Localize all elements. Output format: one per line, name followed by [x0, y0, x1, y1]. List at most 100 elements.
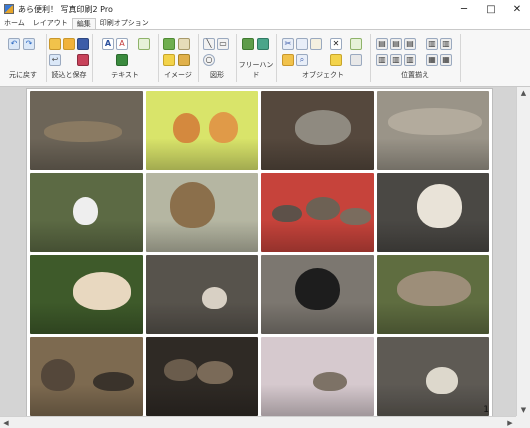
text-edit-icon[interactable] — [116, 54, 128, 66]
folder-add-icon[interactable] — [63, 38, 75, 50]
tab-print-options[interactable]: 印刷オプション — [96, 18, 153, 29]
page-number: 1 — [483, 405, 489, 415]
cat-figure — [208, 111, 238, 144]
redo-icon[interactable]: ↷ — [23, 38, 35, 50]
group-load-save: ↩ 読込と保存 — [48, 32, 90, 84]
open-folder-icon[interactable] — [49, 38, 61, 50]
scroll-up-arrow[interactable]: ▲ — [517, 87, 530, 99]
align-middle-icon[interactable]: ▥ — [390, 54, 402, 66]
group-label-undo: 元に戻す — [9, 71, 37, 79]
group-undo: ↶ ↷ 元に戻す — [0, 32, 46, 84]
group-label-object: オブジェクト — [302, 71, 344, 79]
cat-figure — [294, 267, 340, 311]
photo-cat-on-bench[interactable] — [376, 337, 489, 416]
cat-figure — [201, 286, 227, 309]
cat-figure — [43, 121, 123, 142]
group-object: ✂ ✕ ⌕ オブジェクト — [278, 32, 368, 84]
cat-figure — [339, 207, 372, 226]
save-as-icon[interactable] — [77, 54, 89, 66]
same-width-icon[interactable]: ▦ — [426, 54, 438, 66]
send-back-icon[interactable] — [330, 54, 342, 66]
scroll-left-arrow[interactable]: ◀ — [0, 417, 12, 428]
search-icon[interactable]: ⌕ — [296, 54, 308, 66]
photo-kittens-box[interactable] — [145, 337, 258, 416]
cat-figure — [306, 196, 340, 221]
cat-figure — [312, 371, 347, 391]
align-center-icon[interactable]: ▤ — [390, 38, 402, 50]
photo-cat-on-steps[interactable] — [145, 255, 258, 334]
photo-white-cat-road[interactable] — [30, 173, 143, 252]
title-bar: あら便利！ 写真印刷2 Pro ─ □ ✕ — [0, 0, 530, 18]
photo-cat-blossoms[interactable] — [261, 337, 374, 416]
cat-figure — [72, 196, 98, 226]
scissors-icon[interactable]: ✂ — [282, 38, 294, 50]
vertical-scrollbar[interactable]: ▲ ▼ — [516, 87, 530, 416]
photo-tabby-resting[interactable] — [261, 91, 374, 170]
group-label-shapes: 図形 — [210, 71, 224, 79]
cat-figure — [163, 359, 198, 382]
text-icon[interactable]: A — [102, 38, 114, 50]
image-icon[interactable] — [163, 38, 175, 50]
tab-layout[interactable]: レイアウト — [29, 18, 72, 29]
freehand-icon[interactable] — [242, 38, 254, 50]
bring-front-icon[interactable] — [350, 38, 362, 50]
copy-icon[interactable] — [296, 38, 308, 50]
circle-icon[interactable]: ○ — [203, 54, 215, 66]
distribute-h-icon[interactable]: ▥ — [426, 38, 438, 50]
photo-cats-outdoors[interactable] — [30, 337, 143, 416]
photo-black-white-cat[interactable] — [261, 255, 374, 334]
save-icon[interactable] — [77, 38, 89, 50]
align-left-icon[interactable]: ▤ — [376, 38, 388, 50]
same-height-icon[interactable]: ▦ — [440, 54, 452, 66]
photo-tabby-lying[interactable] — [30, 91, 143, 170]
group-label-load-save: 読込と保存 — [51, 71, 87, 79]
minimize-button[interactable]: ─ — [450, 0, 478, 18]
cat-figure — [93, 371, 134, 391]
ribbon-tabs: ホーム レイアウト 編集 印刷オプション — [0, 18, 530, 30]
line-icon[interactable]: ╲ — [203, 38, 215, 50]
text-style-icon[interactable]: A — [116, 38, 128, 50]
scroll-down-arrow[interactable]: ▼ — [517, 404, 530, 416]
distribute-v-icon[interactable]: ▥ — [440, 38, 452, 50]
photo-two-kittens[interactable] — [145, 91, 258, 170]
photo-cat-stretching[interactable] — [376, 91, 489, 170]
eraser-icon[interactable] — [257, 38, 269, 50]
align-right-icon[interactable]: ▤ — [404, 38, 416, 50]
print-page[interactable]: 1 — [27, 89, 492, 416]
photo-kittens-group[interactable] — [261, 173, 374, 252]
photo-grid — [30, 91, 489, 416]
arrange-icon[interactable] — [350, 54, 362, 66]
group-label-text: テキスト — [111, 71, 139, 79]
photo-tabby-on-wall[interactable] — [376, 255, 489, 334]
horizontal-scrollbar[interactable]: ◀ ▶ — [0, 416, 516, 428]
align-top-icon[interactable]: ▥ — [376, 54, 388, 66]
delete-icon[interactable]: ✕ — [330, 38, 342, 50]
photo-cat-in-grass[interactable] — [30, 255, 143, 334]
close-button[interactable]: ✕ — [503, 0, 530, 18]
photo-calico-sitting[interactable] — [376, 173, 489, 252]
undo-icon[interactable]: ↶ — [8, 38, 20, 50]
app-icon — [4, 4, 14, 14]
group-shapes: ╲ ▭ ○ 図形 — [200, 32, 234, 84]
image-edit-icon[interactable] — [178, 38, 190, 50]
group-align: ▤ ▤ ▤ ▥ ▥ ▥ ▥ ▥ ▦ ▦ 位置揃え — [372, 32, 458, 84]
tab-home[interactable]: ホーム — [0, 18, 29, 29]
shape-icon[interactable]: ▭ — [217, 38, 229, 50]
maximize-button[interactable]: □ — [477, 0, 505, 18]
tab-edit[interactable]: 編集 — [71, 18, 96, 29]
paste-icon[interactable] — [310, 38, 322, 50]
scroll-right-arrow[interactable]: ▶ — [504, 417, 516, 428]
group-freehand: フリーハンド — [238, 32, 274, 84]
back-icon[interactable]: ↩ — [49, 54, 61, 66]
ribbon: ↶ ↷ 元に戻す ↩ 読込と保存 A A テキスト イメージ ╲ ▭ ○ 図形 — [0, 30, 530, 87]
folder-icon[interactable] — [282, 54, 294, 66]
align-bottom-icon[interactable]: ▥ — [404, 54, 416, 66]
cat-figure — [172, 113, 200, 144]
pencil-icon[interactable] — [163, 54, 175, 66]
group-label-image: イメージ — [164, 71, 192, 79]
image-add-icon[interactable] — [178, 54, 190, 66]
photo-cat-plants[interactable] — [145, 173, 258, 252]
cat-figure — [197, 360, 234, 385]
cat-figure — [426, 367, 458, 394]
text-box-icon[interactable] — [138, 38, 150, 50]
